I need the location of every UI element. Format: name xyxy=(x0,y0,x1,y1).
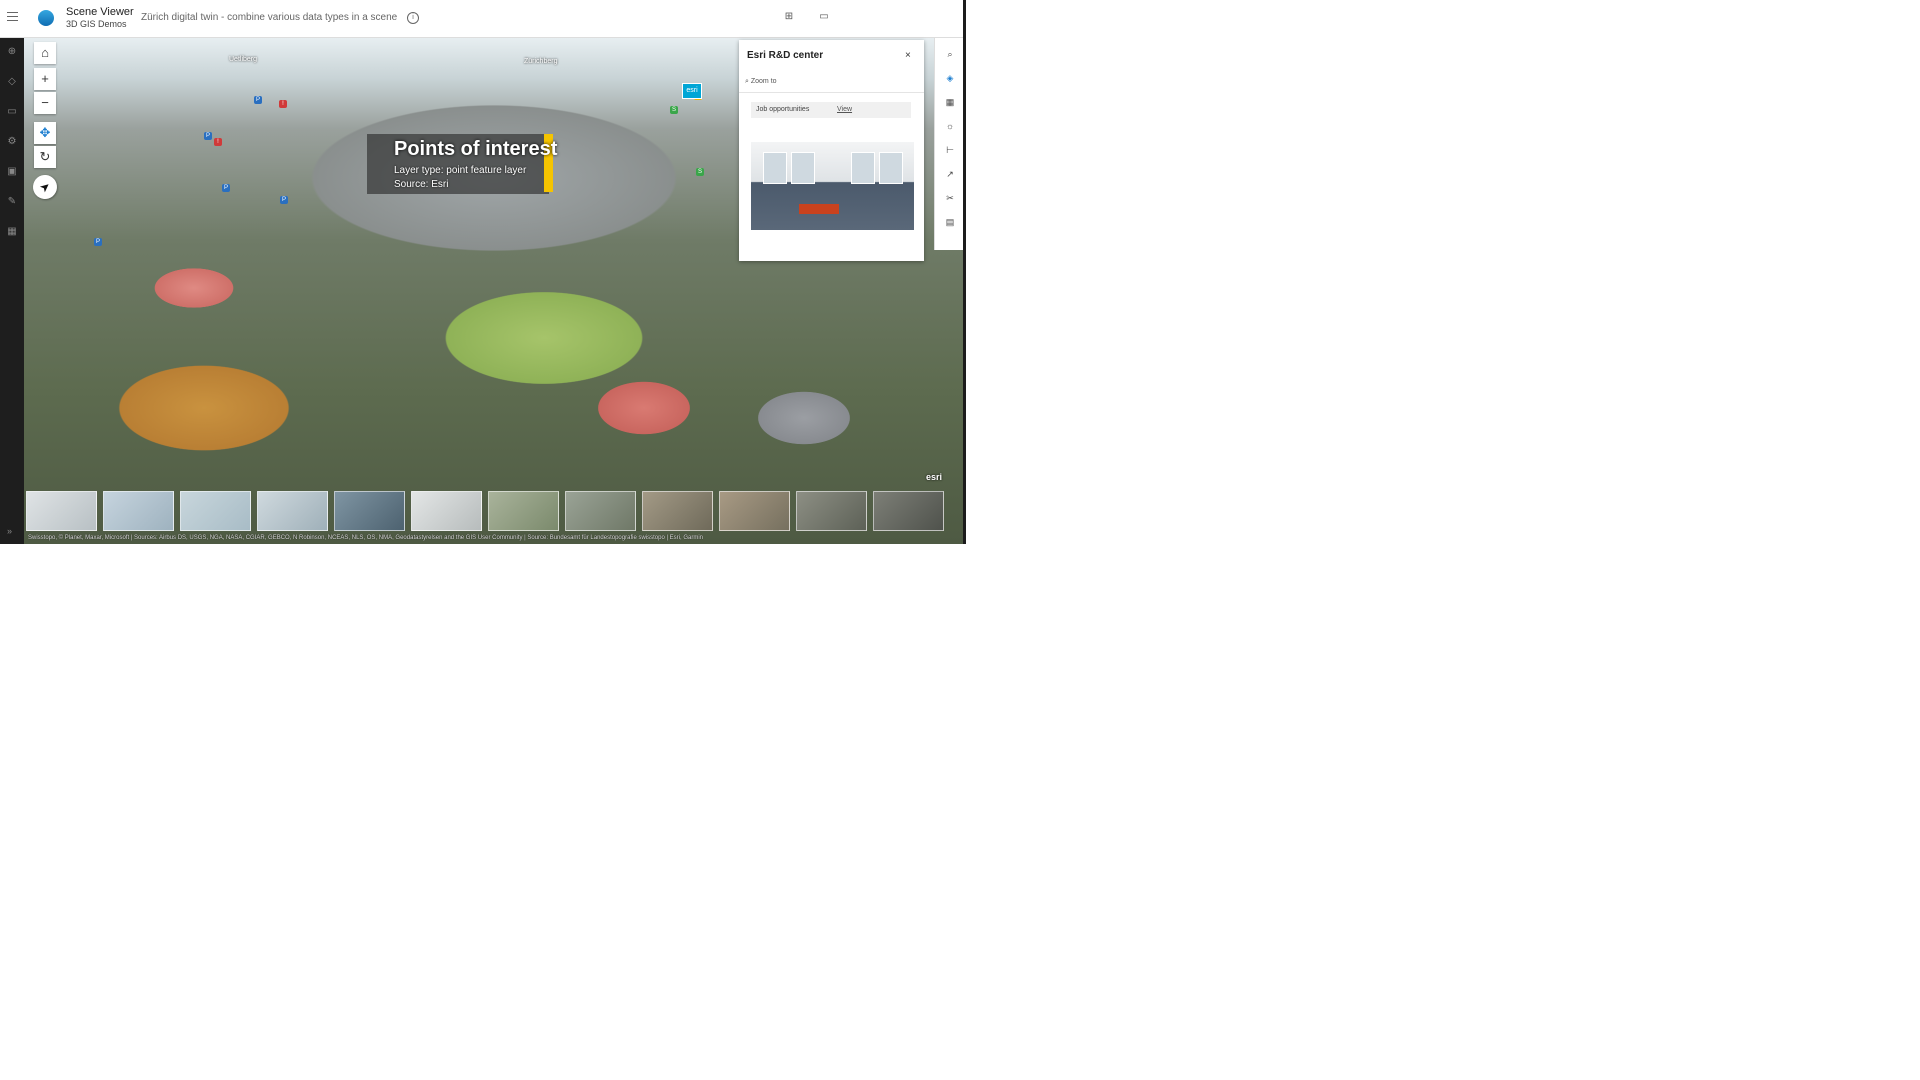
poi-caption-source: Source: Esri xyxy=(394,179,449,190)
save-icon[interactable]: ▣ xyxy=(6,166,18,178)
parking-pin[interactable]: P xyxy=(204,132,212,140)
home-button[interactable]: ⌂ xyxy=(34,42,56,64)
pan-button[interactable]: ✥ xyxy=(34,122,56,144)
present-icon[interactable]: ▭ xyxy=(6,106,18,118)
settings-icon[interactable]: ⚙ xyxy=(6,136,18,148)
slides-strip xyxy=(24,491,963,533)
slide-thumbnail[interactable] xyxy=(180,491,251,531)
slide-thumbnail[interactable] xyxy=(103,491,174,531)
parking-pin[interactable]: P xyxy=(94,238,102,246)
feature-popup: Esri R&D center × ⌕ Zoom to Job opportun… xyxy=(739,40,924,261)
poi-pin[interactable]: S xyxy=(696,168,704,176)
present-icon[interactable]: ▭ xyxy=(818,11,830,23)
slide-thumbnail[interactable] xyxy=(873,491,944,531)
app-title: Scene Viewer xyxy=(66,6,134,18)
esri-rd-center-pin[interactable]: esri xyxy=(682,83,702,99)
slide-thumbnail[interactable] xyxy=(257,491,328,531)
slide-thumbnail[interactable] xyxy=(796,491,867,531)
slice-icon[interactable]: ✂ xyxy=(944,192,956,204)
map-label: Zürichberg xyxy=(524,58,558,65)
attribute-key: Job opportunities xyxy=(756,106,810,113)
view-link[interactable]: View xyxy=(837,106,852,113)
share-icon[interactable]: ⊞ xyxy=(783,11,795,23)
rotate-button[interactable]: ↻ xyxy=(34,146,56,168)
slide-thumbnail[interactable] xyxy=(565,491,636,531)
apps-icon[interactable]: ▦ xyxy=(6,226,18,238)
scene-title: Zürich digital twin - combine various da… xyxy=(141,12,398,23)
parking-pin[interactable]: P xyxy=(280,196,288,204)
search-icon[interactable]: ⌕ xyxy=(944,48,956,60)
office-photo xyxy=(751,142,914,230)
parking-pin[interactable]: P xyxy=(222,184,230,192)
share-icon[interactable]: ↗ xyxy=(944,168,956,180)
map-attribution: Swisstopo, © Planet, Maxar, Microsoft | … xyxy=(28,535,704,541)
slide-thumbnail[interactable] xyxy=(26,491,97,531)
poi-pin[interactable]: ! xyxy=(214,138,222,146)
slide-thumbnail[interactable] xyxy=(488,491,559,531)
left-rail: ⊕ ◇ ▭ ⚙ ▣ ✎ ▦ xyxy=(0,38,24,544)
scene-viewer-window: Scene Viewer 3D GIS Demos Zürich digital… xyxy=(0,0,966,544)
legend-icon[interactable]: ▤ xyxy=(944,216,956,228)
popup-title: Esri R&D center xyxy=(747,50,824,61)
close-icon[interactable]: × xyxy=(905,50,911,61)
slide-thumbnail[interactable] xyxy=(642,491,713,531)
slide-thumbnail[interactable] xyxy=(719,491,790,531)
popup-divider xyxy=(739,92,924,93)
zoom-to-button[interactable]: ⌕ Zoom to xyxy=(745,78,777,86)
popup-attribute-row: Job opportunities View xyxy=(751,102,911,118)
layers-icon[interactable]: ◈ xyxy=(944,72,956,84)
zoom-to-label: Zoom to xyxy=(750,78,777,85)
menu-icon[interactable] xyxy=(7,12,18,21)
layers-icon[interactable]: ◇ xyxy=(6,76,18,88)
map-label: Uetliberg xyxy=(229,56,258,63)
esri-logo: esri xyxy=(926,472,943,482)
zoom-in-button[interactable]: + xyxy=(34,68,56,90)
compass-button[interactable]: ➤ xyxy=(28,170,62,204)
poi-caption-title: Points of interest xyxy=(394,138,558,160)
app-header: Scene Viewer 3D GIS Demos Zürich digital… xyxy=(0,0,963,38)
info-icon[interactable]: i xyxy=(407,12,419,24)
slide-thumbnail[interactable] xyxy=(411,491,482,531)
edit-icon[interactable]: ✎ xyxy=(6,196,18,208)
daylight-icon[interactable]: ☼ xyxy=(944,120,956,132)
scene-viewer-logo xyxy=(38,10,54,26)
app-subtitle: 3D GIS Demos xyxy=(66,19,127,29)
poi-pin[interactable]: ! xyxy=(279,100,287,108)
measure-icon[interactable]: ⊢ xyxy=(944,144,956,156)
zoom-out-button[interactable]: − xyxy=(34,92,56,114)
basemap-icon[interactable]: ▦ xyxy=(944,96,956,108)
parking-pin[interactable]: P xyxy=(254,96,262,104)
slide-thumbnail[interactable] xyxy=(334,491,405,531)
poi-pin[interactable]: S xyxy=(670,106,678,114)
poi-caption-layer-type: Layer type: point feature layer xyxy=(394,165,527,176)
add-icon[interactable]: ⊕ xyxy=(6,46,18,58)
right-tool-strip: ⌕ ◈ ▦ ☼ ⊢ ↗ ✂ ▤ xyxy=(934,38,963,250)
expand-rail-icon[interactable]: » xyxy=(7,526,12,536)
